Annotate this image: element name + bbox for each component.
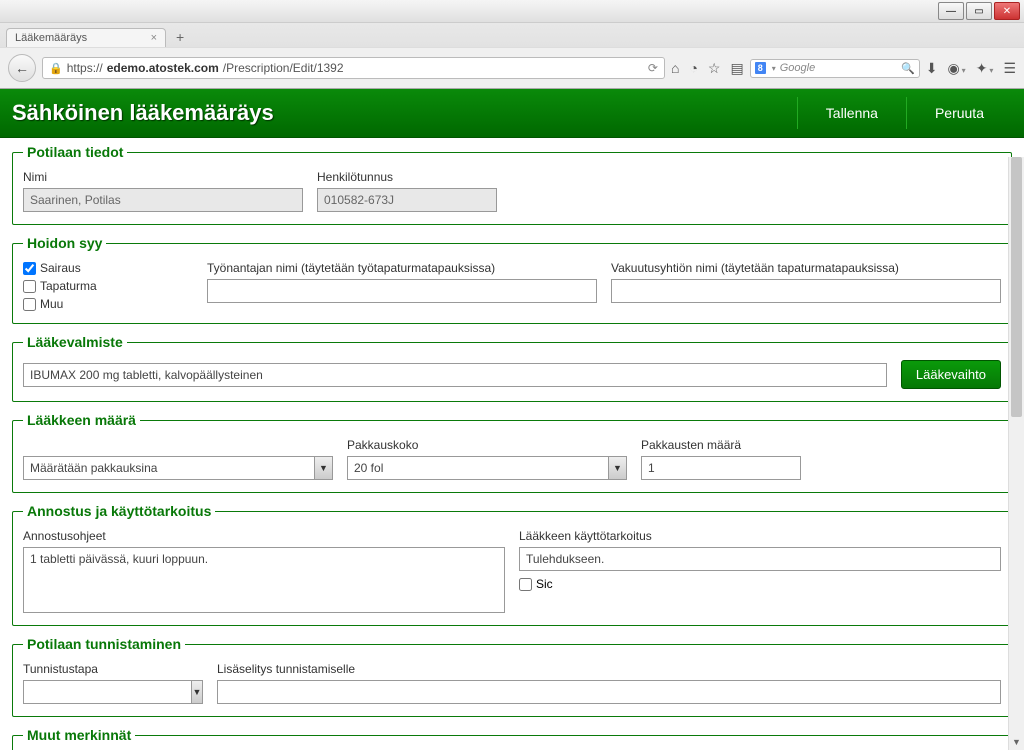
addon-icon[interactable]: ◉▾ xyxy=(947,60,965,77)
scroll-down-arrow[interactable]: ▼ xyxy=(1009,734,1024,750)
browser-tab[interactable]: Lääkemääräys × xyxy=(6,28,166,47)
patient-ssn-label: Henkilötunnus xyxy=(317,170,497,184)
patient-name-label: Nimi xyxy=(23,170,303,184)
accident-checkbox[interactable] xyxy=(23,280,36,293)
dosage-purpose-input[interactable] xyxy=(519,547,1001,571)
window-titlebar: — ▭ ✕ xyxy=(0,0,1024,23)
pack-count-label: Pakkausten määrä xyxy=(641,438,801,452)
reader-icon[interactable]: ▤ xyxy=(730,60,743,77)
search-box[interactable]: 8 ▾ Google 🔍 xyxy=(750,59,920,78)
amount-mode-select[interactable] xyxy=(23,456,315,480)
cancel-button[interactable]: Peruuta xyxy=(906,97,1012,129)
scroll-thumb[interactable] xyxy=(1011,157,1022,417)
chevron-down-icon[interactable]: ▾ xyxy=(772,64,776,73)
tools-icon[interactable]: ✦▾ xyxy=(976,60,994,77)
other-legend: Muut merkinnät xyxy=(23,727,135,743)
window-close-button[interactable]: ✕ xyxy=(994,2,1020,20)
reason-legend: Hoidon syy xyxy=(23,235,106,251)
address-bar[interactable]: 🔒 https:// edemo.atostek.com/Prescription… xyxy=(42,57,665,79)
search-placeholder: Google xyxy=(780,62,815,74)
search-icon[interactable]: 🔍 xyxy=(901,62,915,75)
dosage-section: Annostus ja käyttötarkoitus Annostusohje… xyxy=(12,503,1012,626)
accident-label: Tapaturma xyxy=(40,279,97,293)
save-button[interactable]: Tallenna xyxy=(797,97,906,129)
drug-name-input[interactable] xyxy=(23,363,887,387)
chevron-down-icon[interactable]: ▼ xyxy=(315,456,333,480)
patient-name-field xyxy=(23,188,303,212)
tab-bar: Lääkemääräys × + xyxy=(0,23,1024,47)
drug-swap-button[interactable]: Lääkevaihto xyxy=(901,360,1001,389)
drug-section: Lääkevalmiste Lääkevaihto xyxy=(12,334,1012,402)
patient-legend: Potilaan tiedot xyxy=(23,144,127,160)
employer-input[interactable] xyxy=(207,279,597,303)
identify-method-label: Tunnistustapa xyxy=(23,662,203,676)
dosage-purpose-label: Lääkkeen käyttötarkoitus xyxy=(519,529,1001,543)
insurance-label: Vakuutusyhtiön nimi (täytetään tapaturma… xyxy=(611,261,1001,275)
history-icon[interactable]: ◔ xyxy=(689,60,697,76)
other-label: Muu xyxy=(40,297,63,311)
sic-label: Sic xyxy=(536,577,553,591)
chevron-down-icon[interactable]: ▼ xyxy=(192,680,203,704)
window-minimize-button[interactable]: — xyxy=(938,2,964,20)
dosage-instr-label: Annostusohjeet xyxy=(23,529,505,543)
bookmark-star-icon[interactable]: ☆ xyxy=(708,60,721,77)
new-tab-button[interactable]: + xyxy=(170,27,190,47)
sickness-label: Sairaus xyxy=(40,261,81,275)
patient-info-section: Potilaan tiedot Nimi Henkilötunnus xyxy=(12,144,1012,225)
tab-title: Lääkemääräys xyxy=(15,32,87,44)
pack-size-select[interactable] xyxy=(347,456,609,480)
pack-count-input[interactable] xyxy=(641,456,801,480)
vertical-scrollbar[interactable]: ▲ ▼ xyxy=(1008,157,1024,750)
lock-icon: 🔒 xyxy=(49,62,63,75)
home-icon[interactable]: ⌂ xyxy=(671,60,679,76)
accident-checkbox-row[interactable]: Tapaturma xyxy=(23,279,193,293)
amount-legend: Lääkkeen määrä xyxy=(23,412,140,428)
sic-checkbox[interactable] xyxy=(519,578,532,591)
identify-method-select[interactable] xyxy=(23,680,192,704)
pack-size-label: Pakkauskoko xyxy=(347,438,627,452)
url-scheme: https:// xyxy=(67,61,103,75)
sickness-checkbox-row[interactable]: Sairaus xyxy=(23,261,193,275)
sic-checkbox-row[interactable]: Sic xyxy=(519,577,1001,591)
reload-icon[interactable]: ⟳ xyxy=(648,61,658,75)
page-title: Sähköinen lääkemääräys xyxy=(12,100,797,126)
identify-extra-label: Lisäselitys tunnistamiselle xyxy=(217,662,1001,676)
identify-section: Potilaan tunnistaminen Tunnistustapa ▼ L… xyxy=(12,636,1012,717)
url-path: /Prescription/Edit/1392 xyxy=(223,61,344,75)
insurance-input[interactable] xyxy=(611,279,1001,303)
back-button[interactable]: ← xyxy=(8,54,36,82)
browser-chrome: Lääkemääräys × + ← 🔒 https:// edemo.atost… xyxy=(0,23,1024,89)
menu-icon[interactable]: ☰ xyxy=(1003,60,1016,77)
chevron-down-icon[interactable]: ▼ xyxy=(609,456,627,480)
identify-legend: Potilaan tunnistaminen xyxy=(23,636,185,652)
download-icon[interactable]: ⬇ xyxy=(926,60,938,77)
patient-ssn-field xyxy=(317,188,497,212)
other-checkbox-row[interactable]: Muu xyxy=(23,297,193,311)
search-engine-badge: 8 xyxy=(755,62,766,74)
other-notes-section: Muut merkinnät Lääkityksen aloitus Pysyv… xyxy=(12,727,1012,750)
close-tab-icon[interactable]: × xyxy=(151,32,157,44)
identify-extra-input[interactable] xyxy=(217,680,1001,704)
dosage-legend: Annostus ja käyttötarkoitus xyxy=(23,503,215,519)
window-maximize-button[interactable]: ▭ xyxy=(966,2,992,20)
drug-legend: Lääkevalmiste xyxy=(23,334,127,350)
page-header: Sähköinen lääkemääräys Tallenna Peruuta xyxy=(0,89,1024,138)
other-checkbox[interactable] xyxy=(23,298,36,311)
url-toolbar: ← 🔒 https:// edemo.atostek.com/Prescripti… xyxy=(0,47,1024,88)
dosage-instr-textarea[interactable]: 1 tabletti päivässä, kuuri loppuun. xyxy=(23,547,505,613)
sickness-checkbox[interactable] xyxy=(23,262,36,275)
drug-amount-section: Lääkkeen määrä ▼ Pakkauskoko ▼ xyxy=(12,412,1012,493)
treatment-reason-section: Hoidon syy Sairaus Tapaturma Muu Työnant… xyxy=(12,235,1012,324)
url-host: edemo.atostek.com xyxy=(107,61,219,75)
employer-label: Työnantajan nimi (täytetään työtapaturma… xyxy=(207,261,597,275)
form-content: Potilaan tiedot Nimi Henkilötunnus Hoido… xyxy=(0,138,1024,750)
